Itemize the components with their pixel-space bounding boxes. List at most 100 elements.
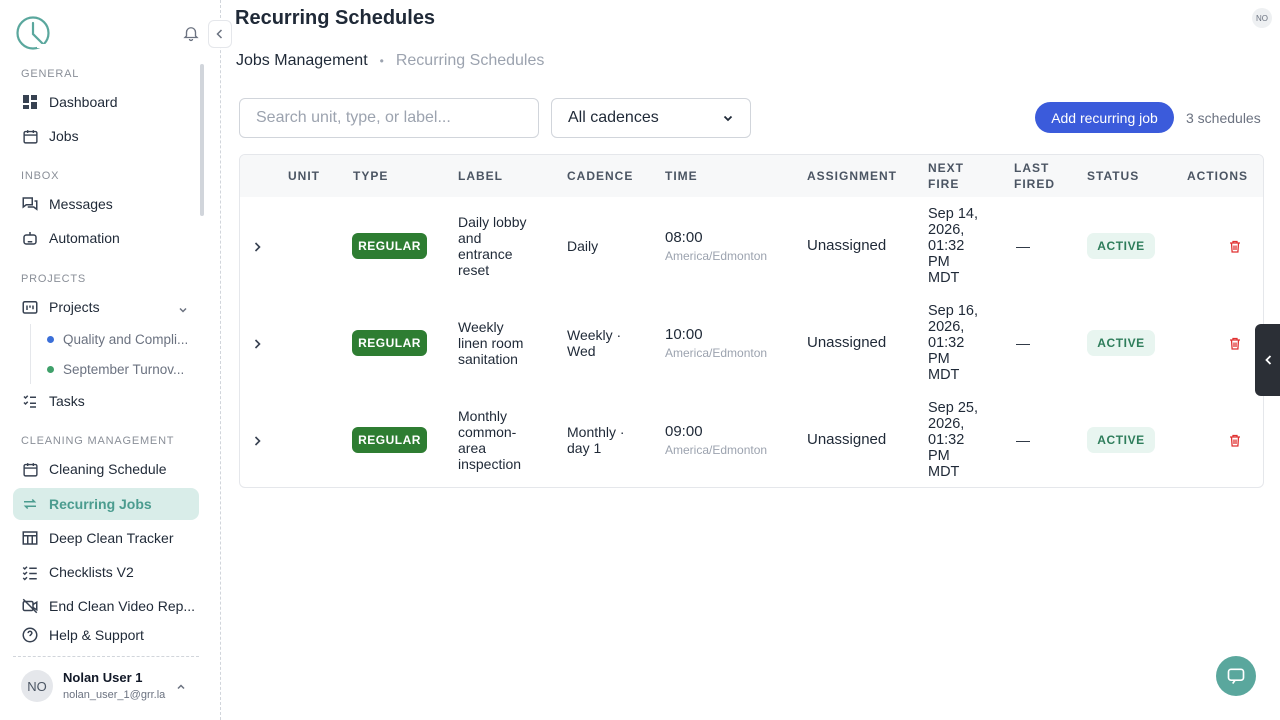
sidebar-item-label: Recurring Jobs — [49, 496, 152, 512]
sidebar-item-cleaning-schedule[interactable]: Cleaning Schedule — [13, 453, 199, 485]
help-icon — [21, 626, 39, 644]
col-unit[interactable]: UNIT — [288, 168, 320, 184]
messages-icon — [21, 195, 39, 213]
schedules-table: UNIT TYPE LABEL CADENCE TIME ASSIGNMENT … — [239, 154, 1264, 488]
expand-row-button[interactable] — [252, 434, 262, 446]
sidebar-item-label: Checklists V2 — [49, 564, 134, 580]
col-next-fire-line: FIRE — [928, 177, 960, 191]
sidebar-item-label: End Clean Video Rep... — [49, 598, 196, 614]
sidebar: GENERAL Dashboard Jobs INBOX Messages Au… — [0, 0, 221, 720]
cell-line: common- — [458, 423, 517, 440]
project-label: September Turnov... — [63, 362, 185, 377]
cadence-cell: Weekly · Wed — [567, 327, 621, 359]
project-dot-icon — [47, 366, 54, 373]
calendar-icon — [21, 460, 39, 478]
col-time[interactable]: TIME — [665, 168, 698, 184]
col-last-fired[interactable]: LAST FIRED — [1014, 160, 1055, 192]
cell-line: Sep 14, — [928, 205, 978, 222]
table-row[interactable]: REGULAR Weekly linen room sanitation Weekly … — [240, 294, 1263, 391]
breadcrumb-parent[interactable]: Jobs Management — [236, 52, 368, 70]
time-cell: 09:00 America/Edmonton — [665, 423, 768, 458]
cell-line: inspection — [458, 455, 522, 472]
tasks-icon — [21, 392, 39, 410]
assignment-cell: Unassigned — [807, 236, 887, 254]
app-logo-icon[interactable] — [15, 15, 51, 51]
bell-icon[interactable] — [182, 24, 200, 42]
sidebar-item-end-clean[interactable]: End Clean Video Rep... — [13, 590, 199, 622]
timezone-value: America/Edmonton — [665, 345, 768, 360]
sidebar-item-recurring-jobs[interactable]: Recurring Jobs — [13, 488, 199, 520]
sidebar-item-messages[interactable]: Messages — [13, 188, 199, 220]
cell-line: MDT — [928, 269, 960, 286]
table-row[interactable]: REGULAR Daily lobby and entrance reset Daily 0… — [240, 197, 1263, 294]
chat-icon — [1227, 668, 1245, 684]
sidebar-item-dashboard[interactable]: Dashboard — [13, 86, 199, 118]
cadence-cell: Monthly · day 1 — [567, 424, 625, 456]
cell-line: PM — [928, 253, 950, 270]
sidebar-item-checklists[interactable]: Checklists V2 — [13, 556, 199, 588]
delete-button[interactable] — [1229, 240, 1241, 253]
expand-row-button[interactable] — [252, 337, 262, 349]
avatar[interactable]: NO — [1252, 8, 1272, 28]
cell-line: area — [458, 439, 487, 456]
col-actions: ACTIONS — [1187, 169, 1248, 183]
user-menu[interactable]: NO Nolan User 1 nolan_user_1@grr.la — [13, 656, 199, 714]
add-recurring-job-button[interactable]: Add recurring job — [1035, 102, 1174, 133]
checklist-icon — [21, 563, 39, 581]
col-label[interactable]: LABEL — [458, 168, 503, 184]
col-type[interactable]: TYPE — [353, 168, 388, 184]
sidebar-item-help[interactable]: Help & Support — [13, 619, 199, 651]
col-next-fire[interactable]: NEXT FIRE — [928, 160, 964, 192]
next-fire-cell: Sep 25, 2026, 01:32 PM MDT — [928, 400, 978, 480]
cell-line: PM — [928, 350, 950, 367]
cell-line: reset — [458, 261, 490, 278]
sidebar-item-projects[interactable]: Projects — [13, 291, 199, 323]
type-badge: REGULAR — [352, 232, 427, 259]
trash-icon — [1230, 337, 1240, 350]
cadence-filter-select[interactable]: All cadences — [551, 98, 751, 138]
sidebar-item-label: Deep Clean Tracker — [49, 530, 174, 546]
collapse-sidebar-button[interactable] — [208, 20, 232, 48]
chevron-down-icon[interactable] — [178, 302, 188, 320]
type-badge: REGULAR — [352, 426, 427, 453]
cell-line: Daily — [567, 237, 599, 254]
time-cell: 10:00 America/Edmonton — [665, 326, 768, 361]
search-input[interactable] — [239, 98, 539, 138]
calendar-icon — [21, 127, 39, 145]
sidebar-item-automation[interactable]: Automation — [13, 222, 199, 254]
cell-line: Sep 16, — [928, 302, 978, 319]
delete-button[interactable] — [1229, 434, 1241, 447]
projects-icon — [21, 298, 39, 316]
cell-line: Sep 25, — [928, 399, 978, 416]
cell-line: day 1 — [567, 439, 602, 456]
sidebar-item-tasks[interactable]: Tasks — [13, 385, 199, 417]
expand-row-button[interactable] — [252, 240, 262, 252]
chevron-up-icon[interactable] — [176, 679, 186, 697]
chat-button[interactable] — [1216, 656, 1256, 696]
cell-line: 2026, — [928, 221, 965, 238]
col-assignment[interactable]: ASSIGNMENT — [807, 168, 897, 184]
cell-line: PM — [928, 447, 950, 464]
delete-button[interactable] — [1229, 337, 1241, 350]
side-panel-toggle-button[interactable] — [1255, 324, 1280, 396]
sidebar-item-deep-clean[interactable]: Deep Clean Tracker — [13, 522, 199, 554]
col-cadence[interactable]: CADENCE — [567, 168, 633, 184]
timezone-value: America/Edmonton — [665, 442, 768, 457]
video-off-icon — [21, 597, 39, 615]
chevron-right-icon — [254, 338, 261, 349]
sidebar-project-quality[interactable]: Quality and Compli... — [47, 332, 188, 347]
sidebar-item-label: Messages — [49, 196, 113, 212]
sidebar-item-jobs[interactable]: Jobs — [13, 120, 199, 152]
time-cell: 08:00 America/Edmonton — [665, 229, 767, 264]
sidebar-project-september[interactable]: September Turnov... — [47, 362, 184, 377]
sidebar-item-label: Automation — [49, 230, 120, 246]
sidebar-scrollbar[interactable] — [200, 64, 204, 216]
sidebar-item-label: Dashboard — [49, 94, 118, 110]
user-email: nolan_user_1@grr.la — [63, 689, 166, 701]
repeat-icon — [21, 495, 39, 513]
cell-line: 2026, — [928, 318, 965, 335]
col-status[interactable]: STATUS — [1087, 168, 1139, 184]
cell-line: MDT — [928, 366, 960, 383]
table-row[interactable]: REGULAR Monthly common-area inspection Month… — [240, 391, 1263, 487]
cell-line: 01:32 — [928, 334, 965, 351]
